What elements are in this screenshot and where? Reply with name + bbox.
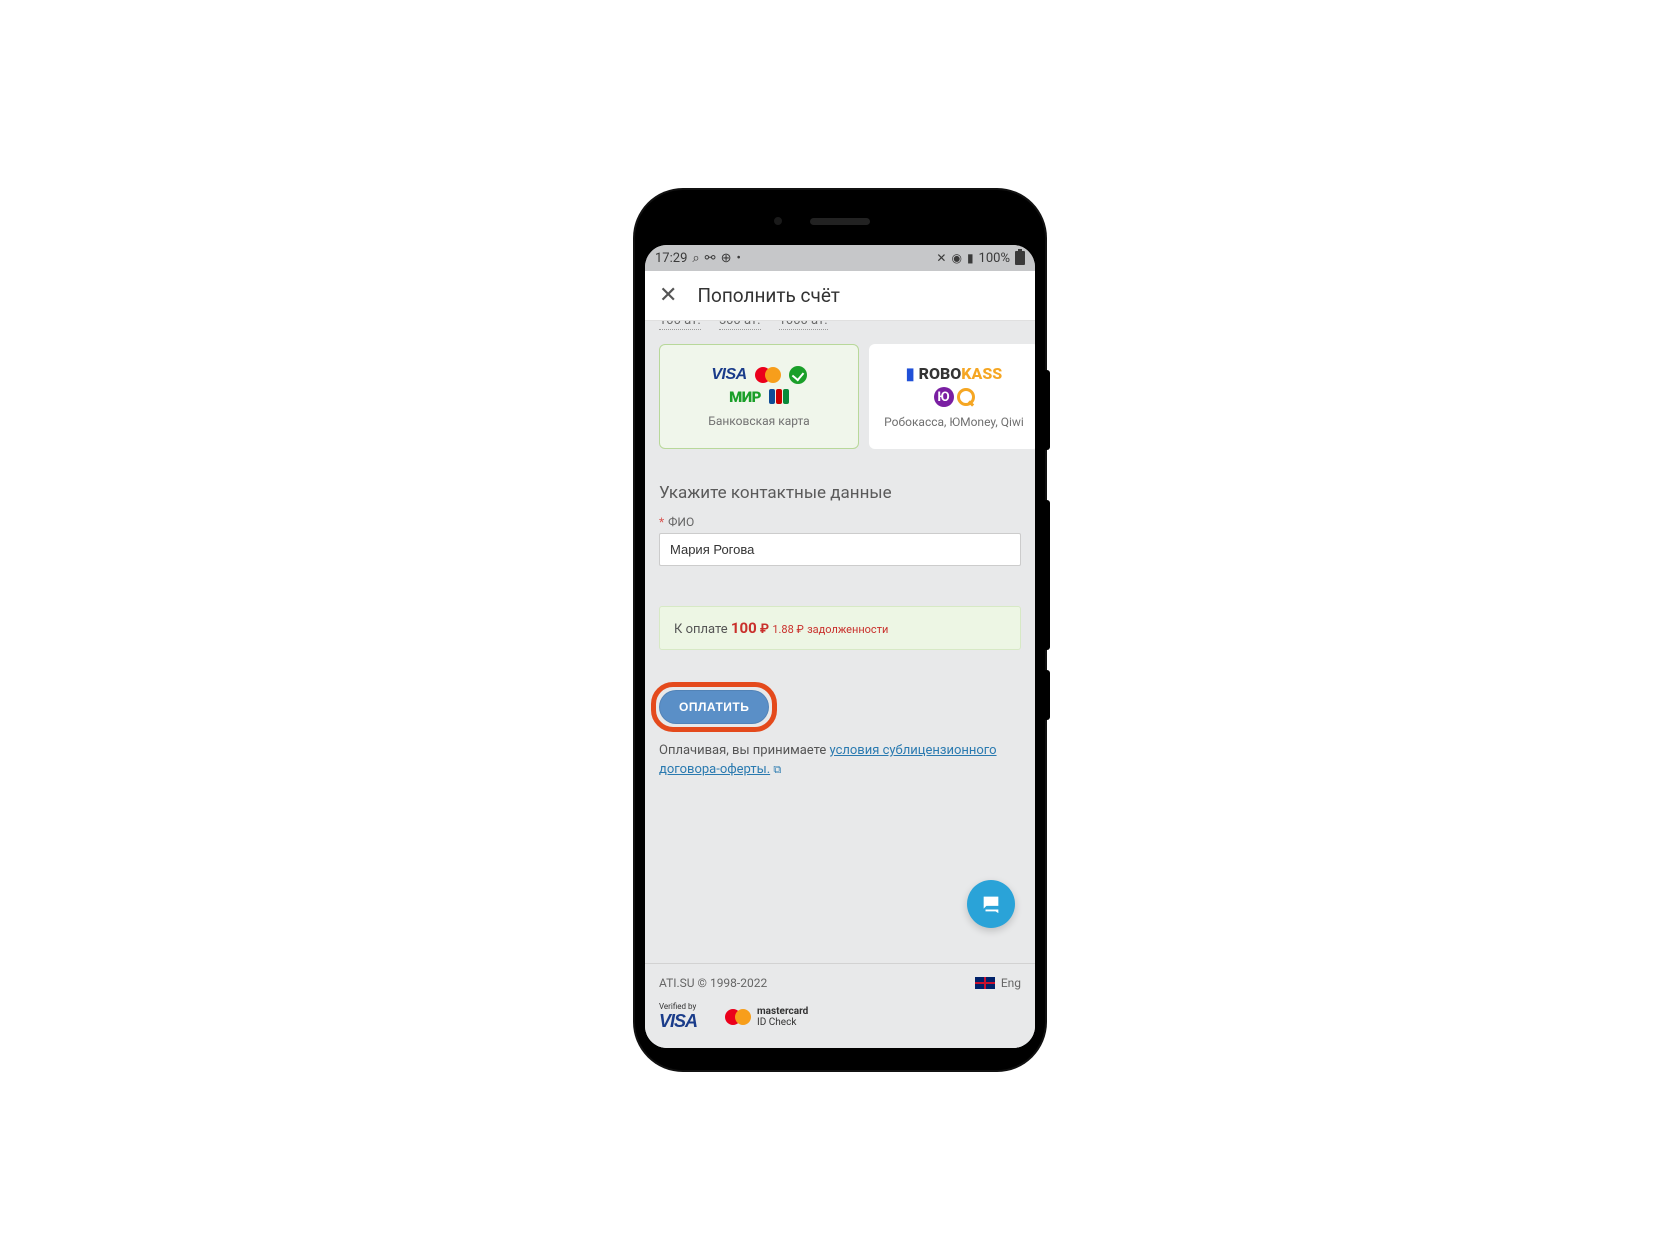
amount-chip[interactable]: 500 ат. [719, 321, 761, 330]
copyright-text: ATI.SU © 1998-2022 [659, 976, 767, 990]
name-input[interactable] [659, 533, 1021, 566]
language-label: Eng [1001, 976, 1021, 990]
dot-icon: • [736, 251, 740, 266]
visa-logo-icon: VISA [711, 366, 746, 384]
chat-fab[interactable] [967, 880, 1015, 928]
payment-methods: VISA МИР Банковская карта ▮ ROBOKASS [645, 330, 1035, 463]
amount-chip[interactable]: 100 ат. [659, 321, 701, 330]
summary-currency: ₽ [760, 622, 769, 637]
amount-chips: 100 ат. 500 ат. 1000 ат. [645, 321, 1035, 330]
yoomoney-qiwi-logo-icon: Ю [934, 387, 975, 407]
sberbank-logo-icon [789, 366, 807, 384]
chat-icon [980, 893, 1002, 915]
phone-speaker [810, 218, 870, 225]
mastercard-logo-icon [725, 1009, 751, 1025]
phone-frame: 17:29 ⌕ ⚯ ⊕ • ✕ ◉ ▮ 100% ✕ Пополнить счё… [635, 190, 1045, 1070]
mastercard-logo-icon [755, 367, 781, 383]
status-time: 17:29 [655, 251, 687, 266]
phone-side-button [1045, 370, 1050, 450]
payment-method-robokassa[interactable]: ▮ ROBOKASS Ю Робокасса, ЮMoney, Qiwi [869, 344, 1035, 449]
external-link-icon: ⧉ [773, 763, 781, 776]
payment-method-card[interactable]: VISA МИР Банковская карта [659, 344, 859, 449]
vibrate-icon: ✕ [936, 251, 946, 265]
phone-side-button [1045, 500, 1050, 650]
wifi-icon: ◉ [951, 251, 961, 265]
screen: 17:29 ⌕ ⚯ ⊕ • ✕ ◉ ▮ 100% ✕ Пополнить счё… [645, 245, 1035, 1048]
summary-prefix: К оплате [674, 622, 728, 637]
jcb-logo-icon [769, 389, 789, 404]
status-bar: 17:29 ⌕ ⚯ ⊕ • ✕ ◉ ▮ 100% [645, 245, 1035, 271]
phone-side-button [1045, 670, 1050, 720]
verified-by-visa-badge: Verified by VISA [659, 1002, 697, 1032]
vpn-icon: ⚯ [705, 251, 716, 266]
amount-chip[interactable]: 1000 ат. [779, 321, 828, 330]
battery-text: 100% [979, 251, 1010, 266]
content-area: 100 ат. 500 ат. 1000 ат. VISA МИР Банков… [645, 321, 1035, 1048]
status-left: 17:29 ⌕ ⚯ ⊕ • [655, 251, 741, 266]
close-icon[interactable]: ✕ [659, 285, 677, 307]
pay-button[interactable]: ОПЛАТИТЬ [659, 690, 769, 724]
terms-prefix: Оплачивая, вы принимаете [659, 743, 830, 758]
globe-icon: ⊕ [721, 251, 732, 266]
page-title: Пополнить счёт [697, 284, 840, 307]
battery-icon [1015, 251, 1025, 265]
app-header: ✕ Пополнить счёт [645, 271, 1035, 321]
mastercard-id-check-badge: mastercard ID Check [725, 1006, 808, 1028]
debt-amount: 1.88 ₽ [772, 623, 803, 636]
summary-amount: 100 [731, 619, 757, 637]
name-field-label: *ФИО [645, 515, 1035, 533]
payment-summary: К оплате 100 ₽ 1.88 ₽ задолженности [659, 606, 1021, 650]
mir-logo-icon: МИР [729, 388, 761, 406]
method-label: Банковская карта [708, 414, 809, 428]
required-marker: * [659, 515, 664, 529]
signal-icon: ▮ [967, 251, 974, 265]
uk-flag-icon [975, 977, 995, 989]
phone-camera [771, 214, 785, 228]
debt-label: задолженности [807, 623, 888, 636]
robokassa-logo-icon: ▮ ROBOKASS [906, 364, 1002, 383]
search-icon: ⌕ [692, 251, 699, 266]
pay-button-wrap: ОПЛАТИТЬ [659, 690, 769, 724]
method-label: Робокасса, ЮMoney, Qiwi [884, 415, 1024, 429]
footer: ATI.SU © 1998-2022 Eng Verified by VISA [645, 963, 1035, 1048]
contact-section-title: Укажите контактные данные [645, 463, 1035, 515]
language-switch[interactable]: Eng [975, 976, 1021, 990]
status-right: ✕ ◉ ▮ 100% [936, 251, 1025, 266]
terms-text: Оплачивая, вы принимаете условия сублице… [645, 734, 1035, 780]
